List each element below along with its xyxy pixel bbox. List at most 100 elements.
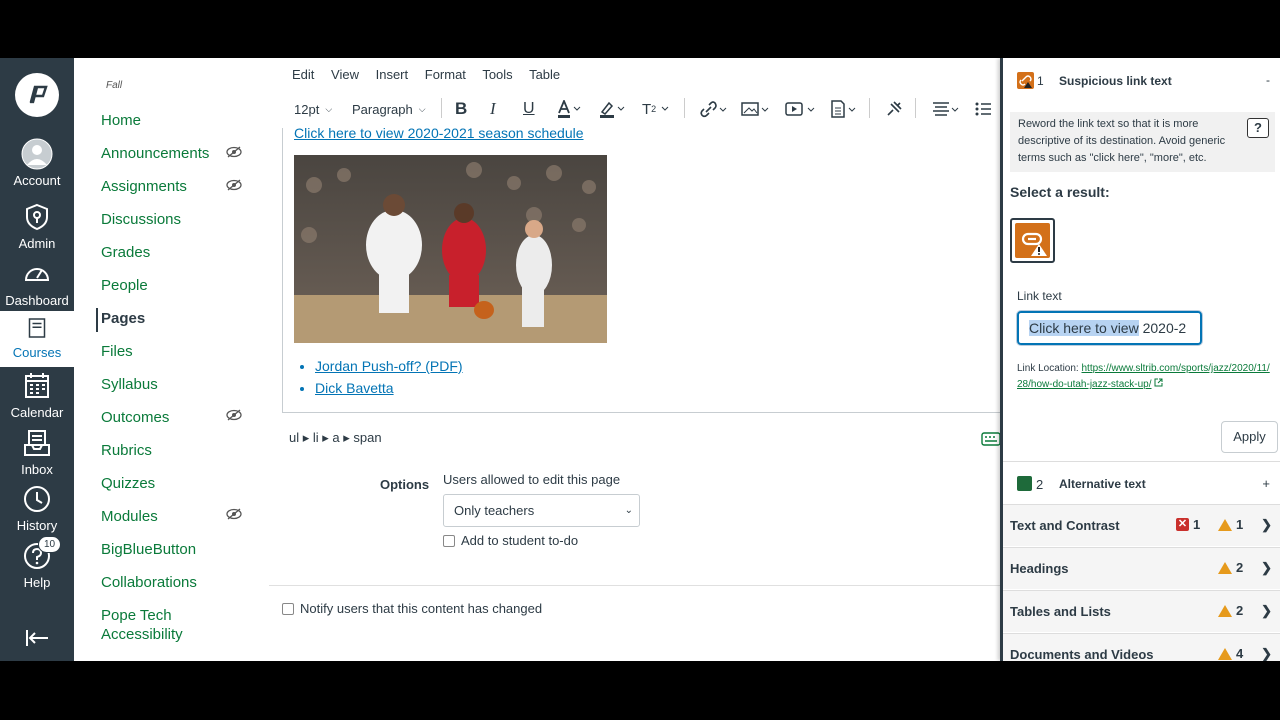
- student-todo-checkbox[interactable]: [443, 535, 455, 547]
- chevron-down-icon: ⌵: [418, 103, 426, 114]
- link-text-label: Link text: [1017, 289, 1062, 303]
- bold-icon[interactable]: B: [455, 98, 467, 120]
- list-icon[interactable]: [975, 98, 999, 120]
- gnav-history[interactable]: History: [0, 483, 74, 533]
- help-question-button[interactable]: ?: [1247, 118, 1269, 138]
- gnav-calendar[interactable]: Calendar: [0, 370, 74, 420]
- link-text-input[interactable]: Click here to view 2020-2: [1017, 311, 1202, 345]
- gnav-inbox[interactable]: Inbox: [0, 427, 74, 477]
- schedule-link[interactable]: Click here to view 2020-2021 season sche…: [294, 125, 584, 141]
- expand-toggle[interactable]: +: [1262, 476, 1270, 491]
- keyboard-icon[interactable]: [981, 432, 1001, 446]
- gnav-account[interactable]: Account: [0, 138, 74, 188]
- menu-table[interactable]: Table: [529, 67, 560, 82]
- notify-users-checkbox[interactable]: [282, 603, 294, 615]
- gnav-dashboard[interactable]: Dashboard: [0, 258, 74, 308]
- font-size-value: 12pt: [294, 101, 320, 117]
- external-link-icon: [1154, 378, 1163, 387]
- course-nav-people[interactable]: People: [101, 277, 251, 294]
- warning-icon: [1218, 604, 1232, 617]
- gnav-admin-label: Admin: [18, 236, 56, 251]
- apps-plug-icon[interactable]: [885, 98, 903, 120]
- gnav-help[interactable]: 10 Help: [0, 536, 74, 590]
- text-color-icon[interactable]: [557, 98, 581, 120]
- error-icon: ✕: [1176, 518, 1189, 531]
- image-icon[interactable]: [741, 98, 769, 120]
- basketball-photo-image: [294, 155, 607, 343]
- gnav-history-label: History: [16, 518, 58, 533]
- course-nav-collaborations[interactable]: Collaborations: [101, 574, 251, 591]
- course-nav-rubrics[interactable]: Rubrics: [101, 442, 251, 459]
- block-format-select[interactable]: Paragraph ⌵: [352, 98, 426, 120]
- document-icon[interactable]: [829, 98, 857, 120]
- issue-header[interactable]: 1 Suspicious link text -: [1003, 58, 1280, 104]
- media-icon[interactable]: [785, 98, 815, 120]
- result-selector[interactable]: [1010, 218, 1055, 263]
- select-result-label: Select a result:: [1010, 184, 1110, 200]
- category-tables-lists[interactable]: Tables and Lists 2 ❯: [1003, 590, 1280, 632]
- course-nav-discussions[interactable]: Discussions: [101, 211, 251, 228]
- course-nav-home[interactable]: Home: [101, 112, 251, 129]
- link-location-label: Link Location:: [1017, 363, 1082, 374]
- chevron-right-icon: ❯: [1261, 646, 1272, 661]
- warning-count: 2: [1218, 603, 1243, 618]
- issue-title: Suspicious link text: [1059, 74, 1172, 88]
- image-icon: [1017, 476, 1032, 491]
- category-name: Text and Contrast: [1010, 518, 1120, 533]
- issue-description: Reword the link text so that it is more …: [1010, 112, 1275, 172]
- gnav-dashboard-label: Dashboard: [5, 293, 69, 308]
- hidden-eye-icon: [226, 508, 242, 520]
- editor-content[interactable]: Click here to view 2020-2021 season sche…: [282, 125, 1002, 413]
- menu-format[interactable]: Format: [425, 67, 466, 82]
- menu-insert[interactable]: Insert: [376, 67, 409, 82]
- courses-book-icon: [28, 318, 46, 338]
- toolbar-divider: [684, 98, 685, 118]
- bavetta-link[interactable]: Dick Bavetta: [315, 380, 394, 396]
- accessibility-checker-panel: 1 Suspicious link text - Reword the link…: [1000, 58, 1280, 661]
- element-path[interactable]: ul ▸ li ▸ a ▸ span: [289, 430, 382, 446]
- chevron-right-icon: ❯: [1261, 560, 1272, 575]
- list-item: Jordan Push-off? (PDF): [315, 355, 463, 377]
- highlight-color-icon[interactable]: [599, 98, 625, 120]
- underline-icon[interactable]: U: [523, 98, 535, 120]
- alt-title: Alternative text: [1059, 477, 1146, 491]
- warning-count: 4: [1218, 646, 1243, 661]
- menu-edit[interactable]: Edit: [292, 67, 314, 82]
- course-nav-bigbluebutton[interactable]: BigBlueButton: [101, 541, 251, 558]
- italic-icon[interactable]: I: [490, 98, 496, 120]
- menu-tools[interactable]: Tools: [482, 67, 512, 82]
- help-badge: 10: [38, 536, 62, 553]
- jordan-pdf-link[interactable]: Jordan Push-off? (PDF): [315, 358, 463, 374]
- suspicious-link-icon: [1015, 223, 1050, 258]
- collapse-toggle[interactable]: -: [1266, 73, 1270, 87]
- course-nav-pope-tech[interactable]: Pope Tech Accessibility: [101, 606, 251, 644]
- edit-permission-select[interactable]: Only teachers ⌄: [443, 494, 640, 527]
- category-headings[interactable]: Headings 2 ❯: [1003, 547, 1280, 589]
- alt-text-header[interactable]: 2 Alternative text +: [1003, 461, 1280, 503]
- basketball-photo[interactable]: [294, 155, 607, 343]
- gnav-inbox-label: Inbox: [21, 462, 53, 477]
- gnav-admin[interactable]: Admin: [0, 201, 74, 251]
- error-count: ✕ 1: [1176, 517, 1200, 532]
- link-icon[interactable]: [699, 98, 727, 120]
- course-nav: Fall Home Announcements Assignments Disc…: [74, 58, 269, 661]
- gnav-courses[interactable]: Courses: [0, 311, 74, 367]
- category-documents-videos[interactable]: Documents and Videos 4 ❯: [1003, 633, 1280, 661]
- course-nav-syllabus[interactable]: Syllabus: [101, 376, 251, 393]
- superscript-icon[interactable]: T2: [642, 98, 671, 120]
- course-nav-pages[interactable]: Pages: [96, 308, 246, 332]
- course-nav-files[interactable]: Files: [101, 343, 251, 360]
- menu-view[interactable]: View: [331, 67, 359, 82]
- font-size-select[interactable]: 12pt ⌵: [294, 98, 332, 120]
- course-nav-grades[interactable]: Grades: [101, 244, 251, 261]
- align-icon[interactable]: [932, 98, 960, 120]
- collapse-nav-button[interactable]: [0, 628, 74, 651]
- logo[interactable]: [15, 73, 59, 117]
- alt-count: 2: [1036, 477, 1044, 492]
- category-text-contrast[interactable]: Text and Contrast ✕ 1 1 ❯: [1003, 504, 1280, 546]
- course-nav-quizzes[interactable]: Quizzes: [101, 475, 251, 492]
- logo-icon: [29, 85, 48, 104]
- chevron-down-icon: ⌄: [624, 505, 633, 516]
- dashboard-gauge-icon: [24, 268, 50, 281]
- apply-button[interactable]: Apply: [1221, 421, 1278, 453]
